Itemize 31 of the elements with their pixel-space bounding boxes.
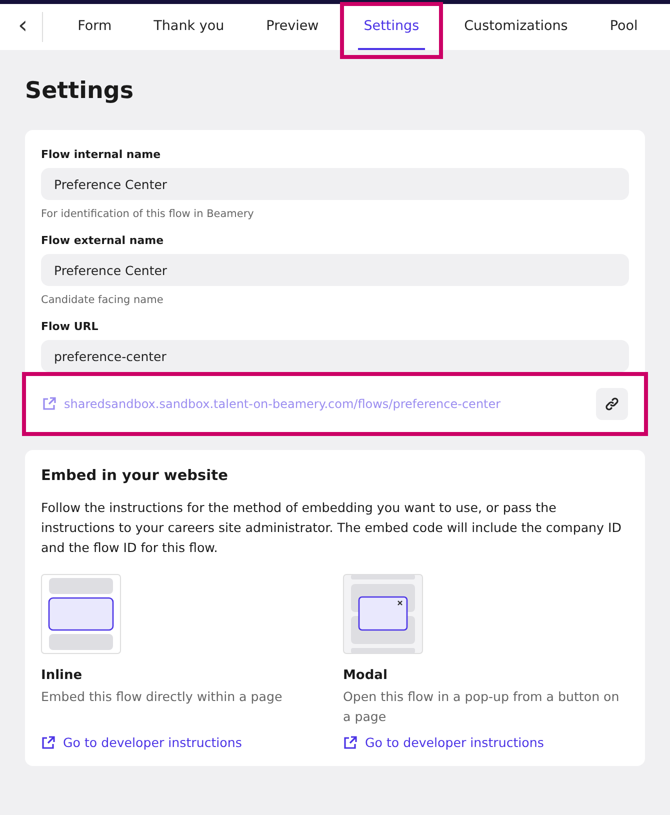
- option-title: Inline: [41, 668, 84, 683]
- input-field[interactable]: Preference Center: [41, 254, 629, 286]
- external-link-icon: [41, 736, 55, 750]
- field-label: Flow URL: [41, 320, 100, 333]
- tab[interactable]: Pool: [604, 4, 644, 50]
- field-label: Flow internal name: [41, 148, 162, 161]
- developer-instructions-link[interactable]: Go to developer instructions: [41, 735, 327, 750]
- input-field[interactable]: preference-center: [41, 340, 629, 372]
- external-link-icon: [42, 397, 56, 411]
- modal-embed-icon: [343, 574, 423, 654]
- tab[interactable]: Thank you: [148, 4, 230, 50]
- input-field[interactable]: Preference Center: [41, 168, 629, 200]
- inline-embed-icon: [41, 574, 121, 654]
- tab[interactable]: Preview: [260, 4, 325, 50]
- field-hint: For identification of this flow in Beamery: [41, 208, 255, 220]
- back-button[interactable]: ‹: [12, 12, 43, 42]
- section-description: Follow the instructions for the method of embedding you want to use, or pass the instructions to your careers site administrator. The embed code will include the company ID and the flow ID for this flow.: [41, 499, 622, 557]
- tab[interactable]: Settings: [358, 4, 426, 50]
- developer-instructions-link[interactable]: Go to developer instructions: [343, 735, 629, 750]
- link-icon: [605, 397, 619, 411]
- option-description: Embed this flow directly within a page: [41, 688, 284, 706]
- section-title: Embed in your website: [41, 468, 229, 484]
- field-label: Flow external name: [41, 234, 165, 247]
- field-hint: Candidate facing name: [41, 294, 164, 306]
- option-description: Open this flow in a pop-up from a button on a page: [343, 688, 620, 726]
- external-link-icon: [343, 736, 357, 750]
- tab[interactable]: Form: [72, 4, 118, 50]
- copy-link-button[interactable]: [596, 388, 628, 420]
- page-title: Settings: [25, 78, 135, 104]
- option-title: Modal: [343, 668, 388, 683]
- tab[interactable]: Customizations: [458, 4, 574, 50]
